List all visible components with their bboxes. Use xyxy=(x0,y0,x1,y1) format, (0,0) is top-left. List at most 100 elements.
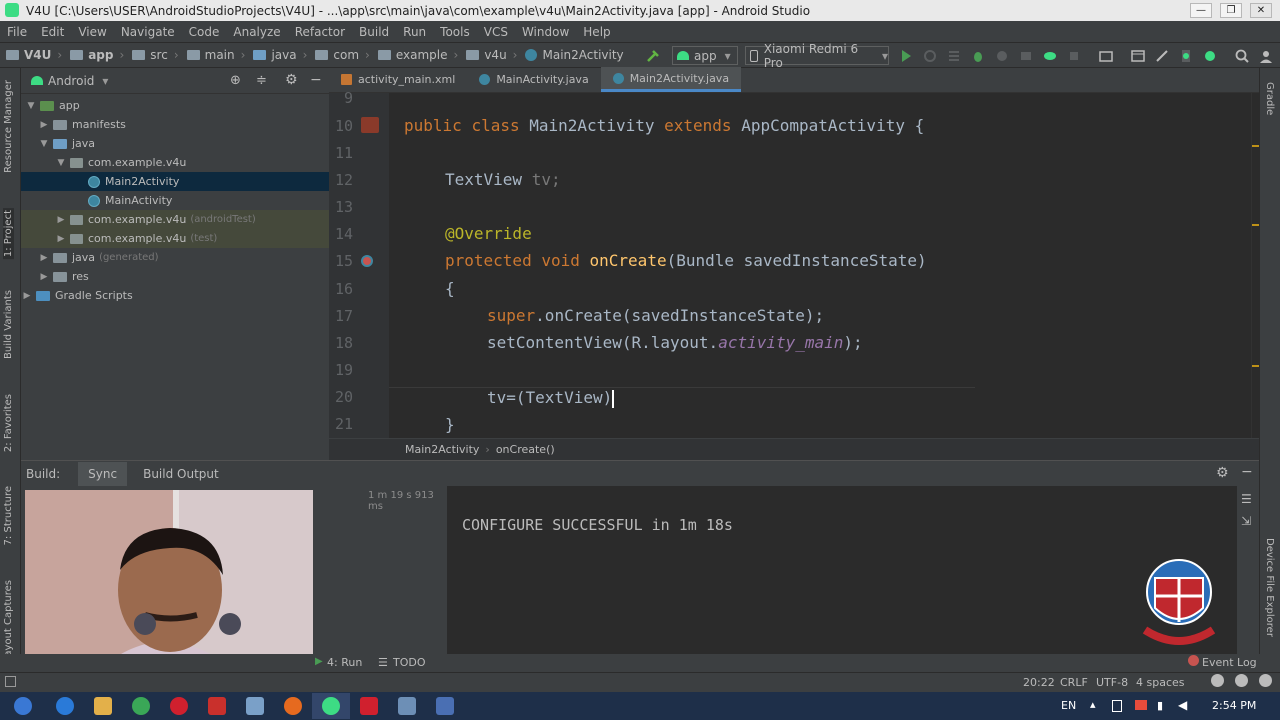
taskbar-explorer[interactable] xyxy=(84,693,122,719)
breadcrumb-main[interactable]: main › xyxy=(183,48,250,62)
breadcrumb-com[interactable]: com › xyxy=(311,48,373,62)
collapse-icon[interactable]: ≑ xyxy=(256,73,267,88)
gradle-tab[interactable]: Gradle xyxy=(1264,82,1275,115)
user-icon[interactable] xyxy=(1258,48,1274,64)
menu-refactor[interactable]: Refactor xyxy=(288,25,352,39)
menu-file[interactable]: File xyxy=(0,25,34,39)
breadcrumb-v4u[interactable]: V4U › xyxy=(0,48,66,62)
stop-icon[interactable] xyxy=(1066,48,1082,64)
menu-edit[interactable]: Edit xyxy=(34,25,71,39)
inspector-icon[interactable] xyxy=(1211,674,1224,687)
tree-item-mainactivity[interactable]: MainActivity xyxy=(21,191,329,210)
start-button[interactable] xyxy=(0,693,46,719)
profile-icon[interactable] xyxy=(994,48,1010,64)
layout-captures-tab[interactable]: Layout Captures xyxy=(3,580,14,662)
menu-help[interactable]: Help xyxy=(576,25,617,39)
tree-item-package-test[interactable]: ▶ com.example.v4u (test) xyxy=(21,229,329,248)
alert-icon[interactable] xyxy=(1135,700,1147,710)
tree-item-package-main[interactable]: ▼ com.example.v4u xyxy=(21,153,329,172)
warning-marker[interactable] xyxy=(1252,365,1259,367)
taskbar-chrome[interactable] xyxy=(122,693,160,719)
class-hierarchy-gutter-icon[interactable] xyxy=(361,117,379,133)
layout-inspector-icon[interactable] xyxy=(1130,48,1146,64)
language-indicator[interactable]: EN xyxy=(1061,699,1076,712)
event-log-tab[interactable]: Event Log xyxy=(1202,656,1257,669)
minimize-button[interactable]: — xyxy=(1190,3,1212,18)
file-encoding[interactable]: UTF-8 xyxy=(1096,676,1128,689)
override-gutter-icon[interactable] xyxy=(361,255,373,267)
avd-manager-icon[interactable] xyxy=(1178,48,1194,64)
tree-item-app[interactable]: ▼ app xyxy=(21,96,329,115)
hammer-icon[interactable] xyxy=(645,48,661,64)
tree-item-gradle-scripts[interactable]: ▶ Gradle Scripts xyxy=(21,286,329,305)
menu-build[interactable]: Build xyxy=(352,25,396,39)
breadcrumb-src[interactable]: src › xyxy=(128,48,182,62)
tab-sync[interactable]: Sync xyxy=(78,461,128,486)
line-separator[interactable]: CRLF xyxy=(1060,676,1088,689)
memory-icon[interactable] xyxy=(1235,674,1248,687)
android-assistant-icon[interactable] xyxy=(1202,48,1218,64)
warning-marker[interactable] xyxy=(1252,224,1259,226)
tab-main2activity-java[interactable]: Main2Activity.java xyxy=(600,67,742,92)
attach-debugger-icon[interactable] xyxy=(1018,48,1034,64)
clock[interactable]: 2:54 PM xyxy=(1212,699,1256,712)
device-icon[interactable] xyxy=(1112,700,1122,712)
tab-build-output[interactable]: Build Output xyxy=(133,462,229,486)
breadcrumb-class[interactable]: Main2Activity xyxy=(405,443,479,456)
taskbar-control-panel[interactable] xyxy=(388,693,426,719)
caret-position[interactable]: 20:22 xyxy=(1023,676,1055,689)
breadcrumb-method[interactable]: onCreate() xyxy=(496,443,555,456)
sdk-manager-icon[interactable] xyxy=(1154,48,1170,64)
taskbar-android-studio[interactable] xyxy=(312,693,350,719)
run-icon[interactable] xyxy=(898,48,914,64)
project-view-select[interactable]: Android xyxy=(48,74,94,88)
network-icon[interactable]: ▮ xyxy=(1157,699,1163,712)
maximize-button[interactable]: ❐ xyxy=(1220,3,1242,18)
warning-marker[interactable] xyxy=(1252,145,1259,147)
taskbar-ie[interactable] xyxy=(46,693,84,719)
menu-run[interactable]: Run xyxy=(396,25,433,39)
close-button[interactable]: ✕ xyxy=(1250,3,1272,18)
apply-changes-icon[interactable] xyxy=(922,48,938,64)
code-editor[interactable]: public class Main2Activity extends AppCo… xyxy=(389,93,1259,438)
tree-item-main2activity[interactable]: Main2Activity xyxy=(21,172,329,191)
menu-navigate[interactable]: Navigate xyxy=(114,25,182,39)
taskbar-app-folder[interactable] xyxy=(236,693,274,719)
build-variants-tab[interactable]: Build Variants xyxy=(3,290,14,359)
breadcrumb-main2activity[interactable]: Main2Activity xyxy=(521,48,627,62)
locate-icon[interactable]: ⊕ xyxy=(230,73,241,88)
run-tool-tab[interactable]: 4: Run xyxy=(327,656,362,669)
menu-analyze[interactable]: Analyze xyxy=(226,25,287,39)
soft-wrap-icon[interactable]: ⇲ xyxy=(1241,514,1251,528)
notifications-icon[interactable] xyxy=(1259,674,1272,687)
error-stripe[interactable] xyxy=(1251,93,1259,438)
breadcrumb-example[interactable]: example › xyxy=(374,48,462,62)
breadcrumb-java[interactable]: java › xyxy=(249,48,311,62)
chevron-up-icon[interactable]: ▴ xyxy=(1090,698,1096,711)
sync-gradle-icon[interactable] xyxy=(1042,48,1058,64)
search-icon[interactable] xyxy=(1234,48,1250,64)
favorites-tab[interactable]: 2: Favorites xyxy=(3,394,14,452)
menu-vcs[interactable]: VCS xyxy=(477,25,515,39)
menu-tools[interactable]: Tools xyxy=(433,25,477,39)
project-tool-tab[interactable]: 1: Project xyxy=(3,208,14,260)
hide-panel-icon[interactable]: − xyxy=(1241,464,1253,480)
taskbar-app-red[interactable] xyxy=(198,693,236,719)
toggle-tool-windows-icon[interactable] xyxy=(5,676,16,687)
menu-code[interactable]: Code xyxy=(182,25,227,39)
tab-mainactivity-java[interactable]: MainActivity.java xyxy=(467,67,600,92)
taskbar-firefox[interactable] xyxy=(274,693,312,719)
debug-icon[interactable] xyxy=(970,48,986,64)
breadcrumb-app[interactable]: app › xyxy=(66,48,128,62)
volume-icon[interactable]: ◀ xyxy=(1178,698,1187,712)
apply-code-changes-icon[interactable] xyxy=(946,48,962,64)
device-file-explorer-tab[interactable]: Device File Explorer xyxy=(1264,538,1275,637)
resource-manager-tab[interactable]: Resource Manager xyxy=(3,80,14,173)
project-structure-icon[interactable] xyxy=(1098,48,1114,64)
menu-view[interactable]: View xyxy=(71,25,113,39)
todo-tool-tab[interactable]: TODO xyxy=(393,656,426,669)
tree-item-res[interactable]: ▶ res xyxy=(21,267,329,286)
tree-item-manifests[interactable]: ▶ manifests xyxy=(21,115,329,134)
device-select[interactable]: Xiaomi Redmi 6 Pro ▾ xyxy=(745,42,889,70)
hide-panel-icon[interactable]: − xyxy=(310,72,322,88)
